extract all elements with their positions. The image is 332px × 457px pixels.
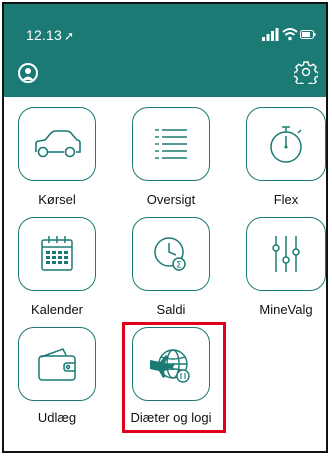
tile-label-kalender: Kalender — [30, 302, 84, 317]
gear-icon[interactable] — [294, 60, 318, 84]
tile-minevalg[interactable] — [246, 217, 326, 291]
status-indicators — [262, 25, 316, 43]
svg-text:Σ: Σ — [176, 261, 182, 271]
wifi-icon — [282, 28, 298, 41]
calendar-icon — [41, 236, 73, 271]
tile-label-saldi: Saldi — [156, 302, 186, 317]
user-icon — [22, 68, 34, 80]
tile-saldi[interactable]: Σ — [132, 217, 210, 291]
highlight-box — [122, 322, 226, 433]
app-header: 12.13 ➚ — [4, 4, 326, 97]
battery-icon — [300, 30, 316, 39]
tile-flex[interactable] — [246, 107, 326, 181]
tile-oversigt[interactable] — [132, 107, 210, 181]
clock-sum-icon: Σ — [154, 237, 186, 271]
profile-button[interactable] — [18, 63, 38, 83]
location-arrow-icon: ➚ — [64, 29, 75, 43]
status-time: 12.13 ➚ — [26, 27, 74, 43]
tile-kalender[interactable] — [18, 217, 96, 291]
status-time-text: 12.13 — [26, 27, 63, 43]
sliders-icon — [272, 236, 300, 272]
wallet-icon — [38, 348, 76, 381]
stopwatch-icon — [270, 126, 302, 163]
tile-label-udlaeg: Udlæg — [37, 410, 77, 425]
app-screen: 12.13 ➚ Kørsel Oversigt Flex Kalender Σ … — [2, 2, 328, 453]
car-icon — [35, 130, 81, 158]
tile-label-korsel: Kørsel — [38, 192, 76, 207]
tile-udlaeg[interactable] — [18, 327, 96, 401]
tile-korsel[interactable] — [18, 107, 96, 181]
tile-label-flex: Flex — [273, 192, 299, 207]
signal-icon — [262, 28, 279, 41]
list-icon — [155, 129, 187, 159]
tile-label-minevalg: MineValg — [259, 302, 313, 317]
tile-label-oversigt: Oversigt — [146, 192, 196, 207]
